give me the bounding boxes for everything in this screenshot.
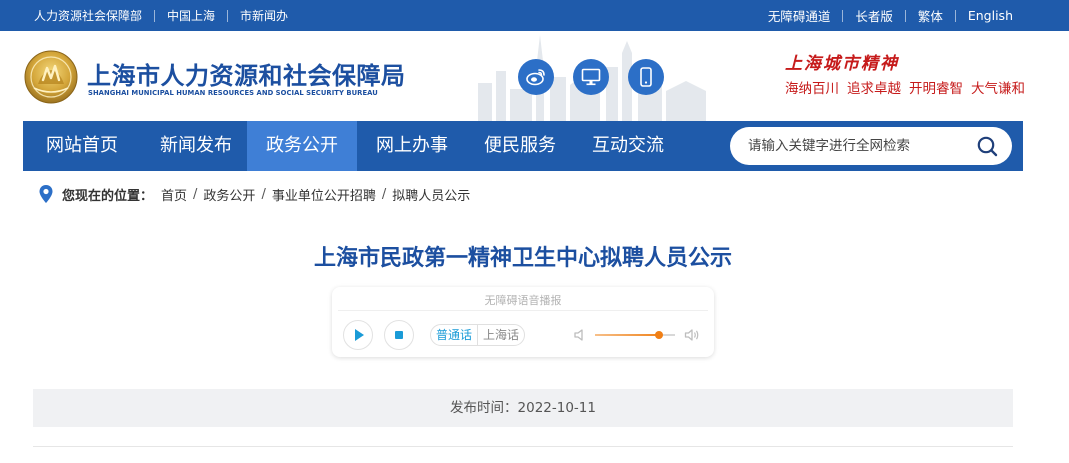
spirit-phrase: 追求卓越 <box>847 81 901 97</box>
nav-item-government-affairs[interactable]: 政务公开 <box>247 121 357 171</box>
language-mandarin[interactable]: 普通话 <box>431 325 479 345</box>
breadcrumb-separator: / <box>193 186 198 202</box>
player-label: 无障碍语音播报 <box>484 294 562 307</box>
volume-high-icon[interactable] <box>684 327 700 343</box>
top-bar-left-links: 人力资源社会保障部 中国上海 市新闻办 <box>34 0 288 31</box>
breadcrumb-government-affairs[interactable]: 政务公开 <box>203 185 255 204</box>
nav-item-news[interactable]: 新闻发布 <box>141 121 251 171</box>
link-accessibility[interactable]: 无障碍通道 <box>768 6 831 25</box>
breadcrumb-current[interactable]: 拟聘人员公示 <box>392 185 470 204</box>
desktop-button[interactable] <box>573 59 609 95</box>
link-mohrss[interactable]: 人力资源社会保障部 <box>34 7 142 24</box>
link-news-office[interactable]: 市新闻办 <box>240 7 288 24</box>
content-divider <box>33 446 1013 447</box>
breadcrumb-separator: / <box>261 186 266 202</box>
play-icon <box>355 329 364 341</box>
city-spirit-title: 上海城市精神 <box>785 54 899 74</box>
top-bar: 人力资源社会保障部 中国上海 市新闻办 无障碍通道 长者版 繁体 English <box>0 0 1069 31</box>
nav-item-interaction[interactable]: 互动交流 <box>573 121 683 171</box>
weibo-button[interactable] <box>518 59 554 95</box>
location-pin-icon <box>39 185 53 203</box>
nav-item-convenience-services[interactable]: 便民服务 <box>467 121 573 171</box>
language-toggle: 普通话 上海话 <box>430 324 526 346</box>
publish-label: 发布时间： <box>450 400 518 416</box>
search-icon[interactable] <box>976 135 998 157</box>
site-header: 上海市人力资源和社会保障局 SHANGHAI MUNICIPAL HUMAN R… <box>0 31 1069 121</box>
site-subtitle: SHANGHAI MUNICIPAL HUMAN RESOURCES AND S… <box>88 89 378 97</box>
nav-item-home[interactable]: 网站首页 <box>23 121 141 171</box>
divider <box>904 9 906 22</box>
search-input[interactable] <box>748 136 968 156</box>
article-title: 上海市民政第一精神卫生中心拟聘人员公示 <box>313 246 732 271</box>
nav-item-online-services[interactable]: 网上办事 <box>357 121 467 171</box>
mobile-icon <box>640 67 652 87</box>
desktop-icon <box>581 68 601 86</box>
volume-slider-handle[interactable] <box>655 331 663 339</box>
link-traditional-chinese[interactable]: 繁体 <box>918 6 943 25</box>
publish-info-bar: 发布时间：2022-10-11 <box>33 389 1013 427</box>
volume-slider[interactable] <box>595 331 675 339</box>
divider <box>227 9 229 22</box>
stop-button[interactable] <box>384 320 414 350</box>
language-shanghainese[interactable]: 上海话 <box>478 325 524 345</box>
play-button[interactable] <box>343 320 373 350</box>
spirit-phrase: 开明睿智 <box>909 81 963 97</box>
divider <box>954 9 956 22</box>
spirit-phrase: 海纳百川 <box>785 81 839 97</box>
main-nav: 网站首页 新闻发布 政务公开 网上办事 便民服务 互动交流 <box>23 121 1023 171</box>
accessibility-audio-player: 无障碍语音播报 普通话 上海话 <box>332 287 714 357</box>
city-spirit-phrases: 海纳百川 追求卓越 开明睿智 大气谦和 <box>785 77 1033 97</box>
player-divider <box>338 310 708 311</box>
breadcrumb-home[interactable]: 首页 <box>161 185 187 204</box>
shanghai-emblem-icon[interactable] <box>24 50 78 104</box>
spirit-phrase: 大气谦和 <box>971 81 1025 97</box>
volume-slider-fill <box>595 334 659 336</box>
mobile-button[interactable] <box>628 59 664 95</box>
stop-icon <box>395 331 403 339</box>
volume-low-icon[interactable] <box>573 327 589 343</box>
link-china-shanghai[interactable]: 中国上海 <box>167 7 215 24</box>
search-box <box>730 127 1012 165</box>
top-bar-right-links: 无障碍通道 长者版 繁体 English <box>768 0 1013 31</box>
site-title[interactable]: 上海市人力资源和社会保障局 <box>87 56 406 91</box>
divider <box>842 9 844 22</box>
publish-date: 2022-10-11 <box>517 400 596 416</box>
link-english[interactable]: English <box>968 8 1013 23</box>
breadcrumb-lead: 您现在的位置： <box>62 188 154 204</box>
divider <box>154 9 156 22</box>
breadcrumb-recruitment[interactable]: 事业单位公开招聘 <box>272 185 376 204</box>
breadcrumb: 您现在的位置： 首页 / 政务公开 / 事业单位公开招聘 / 拟聘人员公示 <box>38 184 470 204</box>
weibo-icon <box>526 69 545 86</box>
link-elder-version[interactable]: 长者版 <box>855 6 893 25</box>
breadcrumb-separator: / <box>381 186 387 202</box>
